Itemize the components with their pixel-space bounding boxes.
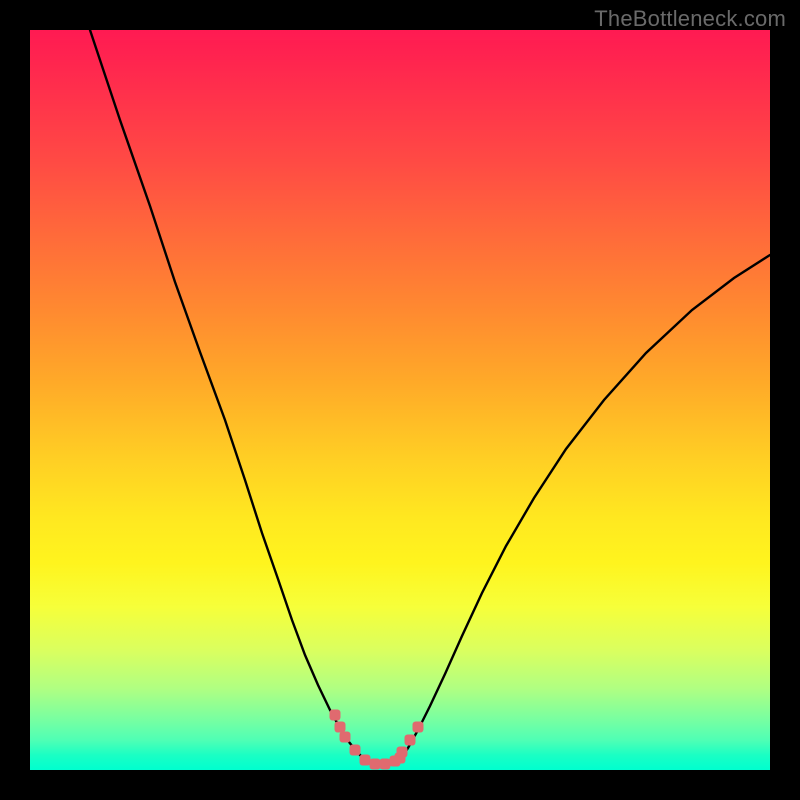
data-marker [340, 732, 351, 743]
data-markers [330, 710, 424, 770]
chart-svg [30, 30, 770, 770]
plot-area [30, 30, 770, 770]
data-marker [360, 755, 371, 766]
data-marker [405, 735, 416, 746]
curve-left-branch [90, 30, 365, 760]
chart-frame: TheBottleneck.com [0, 0, 800, 800]
data-marker [380, 759, 391, 770]
data-marker [397, 747, 408, 758]
data-marker [330, 710, 341, 721]
data-marker [413, 722, 424, 733]
data-marker [335, 722, 346, 733]
curve-right-branch [400, 255, 770, 760]
data-marker [370, 759, 381, 770]
watermark-text: TheBottleneck.com [594, 6, 786, 32]
data-marker [350, 745, 361, 756]
